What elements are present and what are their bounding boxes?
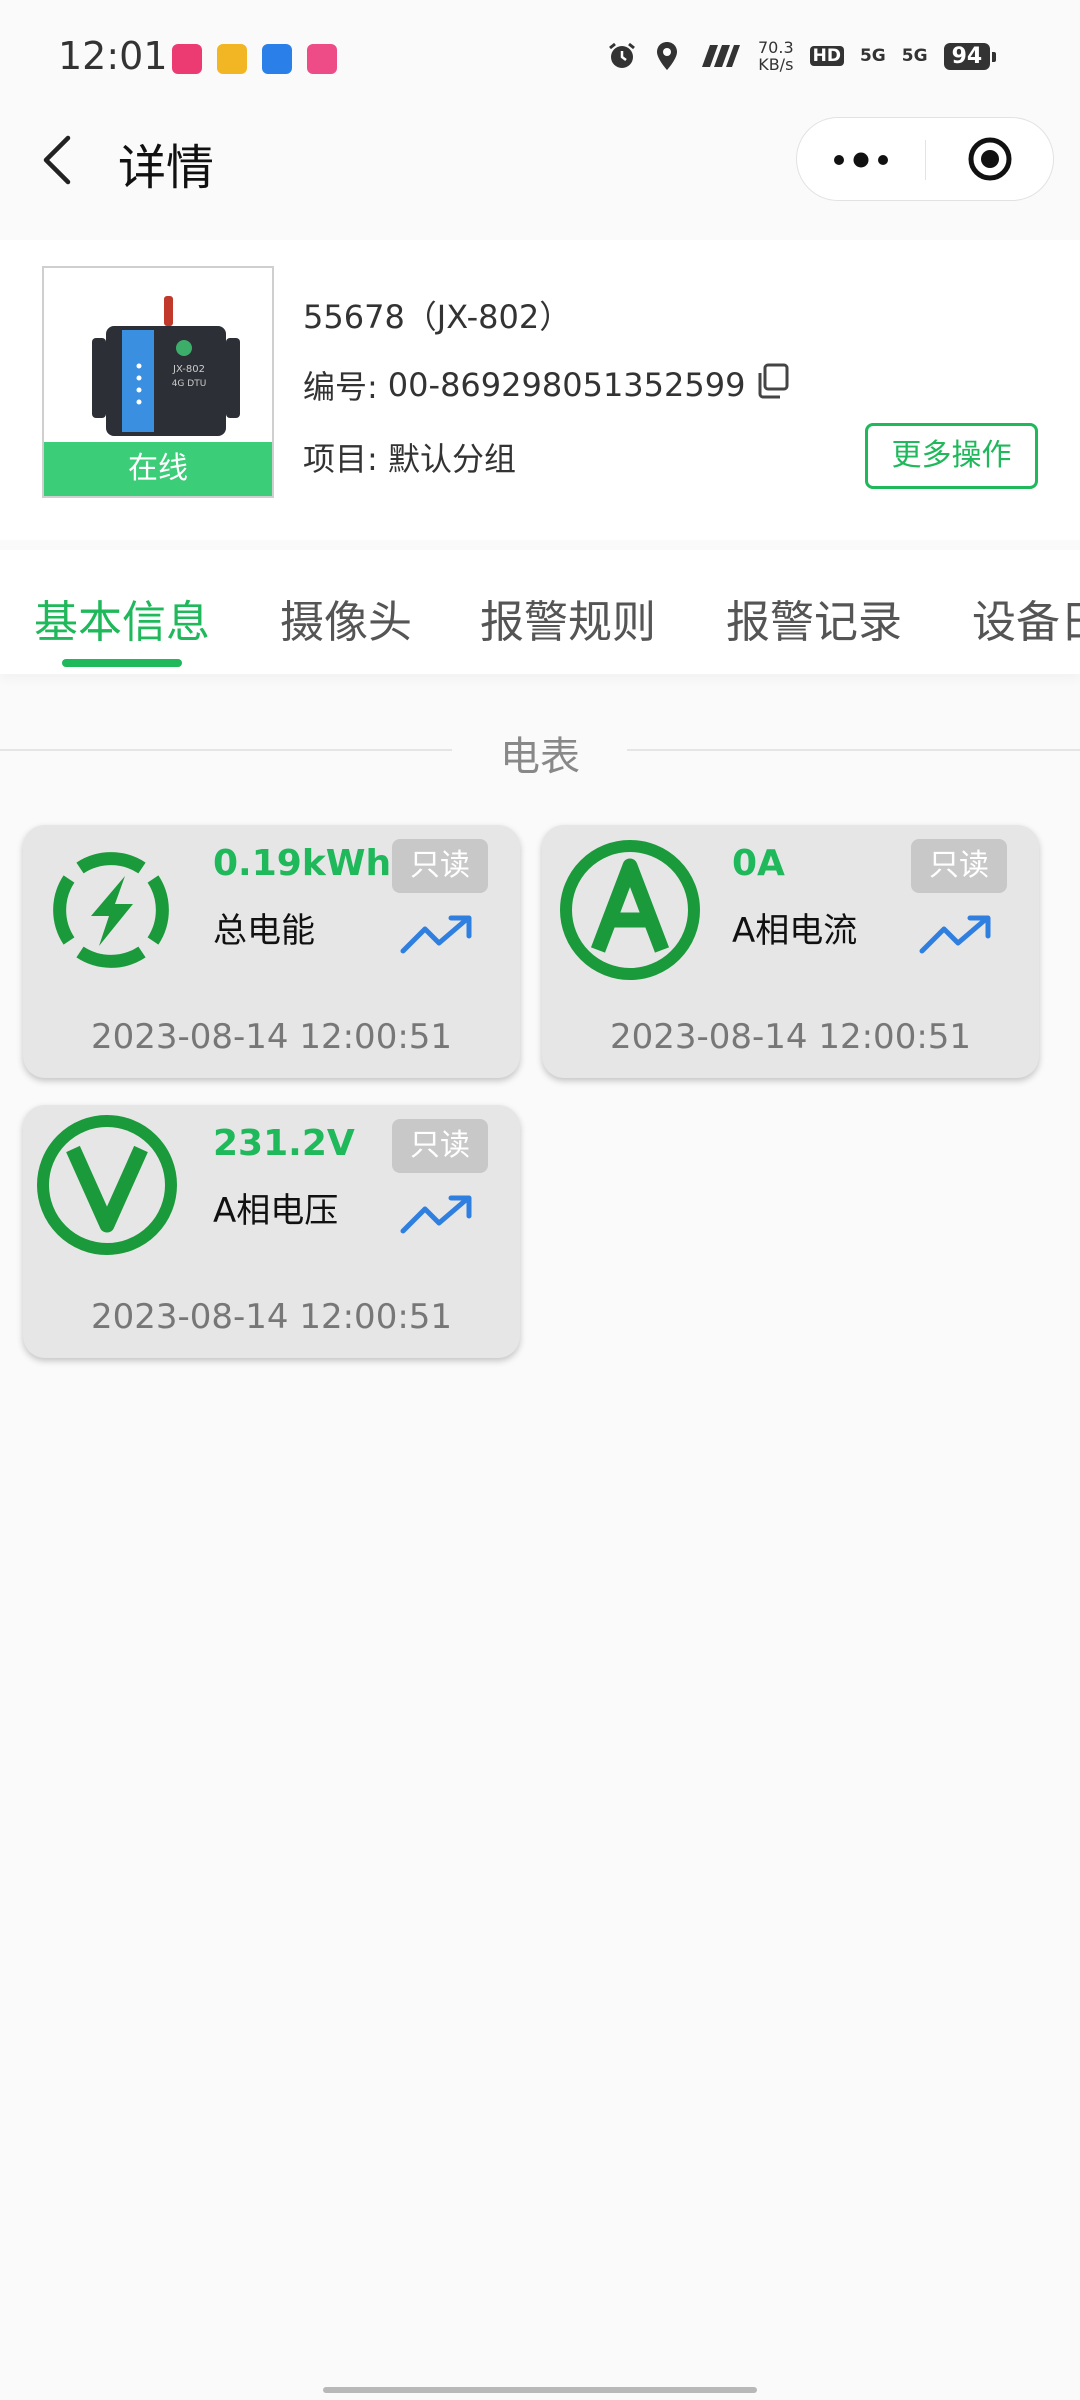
app-notification-icon [172, 44, 202, 74]
svg-text:4G DTU: 4G DTU [172, 379, 207, 389]
voltage-icon [37, 1115, 177, 1255]
target-icon[interactable] [967, 136, 1013, 182]
mini-program-capsule [796, 117, 1054, 201]
read-only-badge: 只读 [911, 839, 1007, 893]
card-label: A相电流 [732, 911, 858, 951]
app-notification-icon [217, 44, 247, 74]
app-notification-icon [262, 44, 292, 74]
app-notification-icon [307, 44, 337, 74]
ampere-icon [560, 840, 700, 980]
card-label: 总电能 [213, 911, 315, 951]
dtu-device-picture: JX-802 4G DTU [92, 296, 240, 436]
section-divider [627, 749, 1080, 751]
tab-camera[interactable]: 摄像头 [280, 586, 412, 650]
lightning-icon [53, 852, 169, 968]
battery-indicator: 94 [943, 42, 996, 70]
project-label: 项目: [303, 440, 378, 478]
data-card[interactable]: 0.19kWh 总电能 只读 2023-08-14 12:00:51 [23, 825, 520, 1078]
sim1-signal: 5G [859, 46, 886, 66]
chevron-left-icon[interactable] [34, 130, 84, 190]
status-icons: 70.3 KB/s HD 5G 5G 94 [606, 36, 996, 76]
capsule-divider [925, 140, 926, 180]
alarm-icon [609, 42, 635, 68]
tab-alarm-records[interactable]: 报警记录 [726, 586, 902, 650]
svg-text:JX-802: JX-802 [172, 364, 205, 375]
sim2-signal: 5G [901, 46, 928, 66]
tab-active-indicator [62, 659, 182, 667]
device-serial: 编号: 00-869298051352599 [303, 362, 745, 408]
read-only-badge: 只读 [392, 839, 488, 893]
section-title: 电表 [500, 734, 580, 780]
home-indicator[interactable] [323, 2387, 757, 2393]
card-value: 0A [732, 843, 785, 884]
tab-basic-info[interactable]: 基本信息 [34, 586, 210, 650]
tab-alarm-rules[interactable]: 报警规则 [480, 586, 656, 650]
hd-indicator: HD [809, 46, 844, 66]
more-operations-button[interactable]: 更多操作 [865, 423, 1038, 489]
tab-bar: 基本信息 摄像头 报警规则 报警记录 设备日 [0, 550, 1080, 674]
page-title: 详情 [118, 140, 215, 196]
signal-brand-icon [702, 45, 740, 67]
data-card[interactable]: 0A A相电流 只读 2023-08-14 12:00:51 [542, 825, 1039, 1078]
project-value: 默认分组 [387, 440, 516, 478]
card-timestamp: 2023-08-14 12:00:51 [90, 1297, 453, 1337]
card-timestamp: 2023-08-14 12:00:51 [90, 1017, 453, 1057]
card-value: 231.2V [213, 1123, 355, 1164]
more-dots-icon[interactable] [829, 140, 893, 180]
serial-label: 编号: [303, 368, 378, 406]
tab-device-log[interactable]: 设备日 [972, 586, 1080, 650]
card-value: 0.19kWh [213, 843, 392, 884]
net-speed: 70.3 KB/s [758, 38, 794, 74]
device-image: JX-802 4G DTU 在线 [42, 266, 274, 498]
status-time: 12:01 [58, 34, 168, 78]
serial-value: 00-869298051352599 [387, 366, 746, 404]
device-project: 项目: 默认分组 [303, 434, 516, 480]
read-only-badge: 只读 [392, 1119, 488, 1173]
location-icon [657, 42, 677, 70]
copy-icon[interactable] [754, 362, 790, 400]
data-card[interactable]: 231.2V A相电压 只读 2023-08-14 12:00:51 [23, 1105, 520, 1358]
section-divider [0, 749, 452, 751]
device-name: 55678（JX-802） [303, 298, 572, 336]
trend-chart-icon[interactable] [399, 1193, 475, 1237]
card-label: A相电压 [213, 1191, 339, 1231]
card-timestamp: 2023-08-14 12:00:51 [609, 1017, 972, 1057]
trend-chart-icon[interactable] [399, 913, 475, 957]
online-status-badge: 在线 [44, 442, 272, 496]
trend-chart-icon[interactable] [918, 913, 994, 957]
